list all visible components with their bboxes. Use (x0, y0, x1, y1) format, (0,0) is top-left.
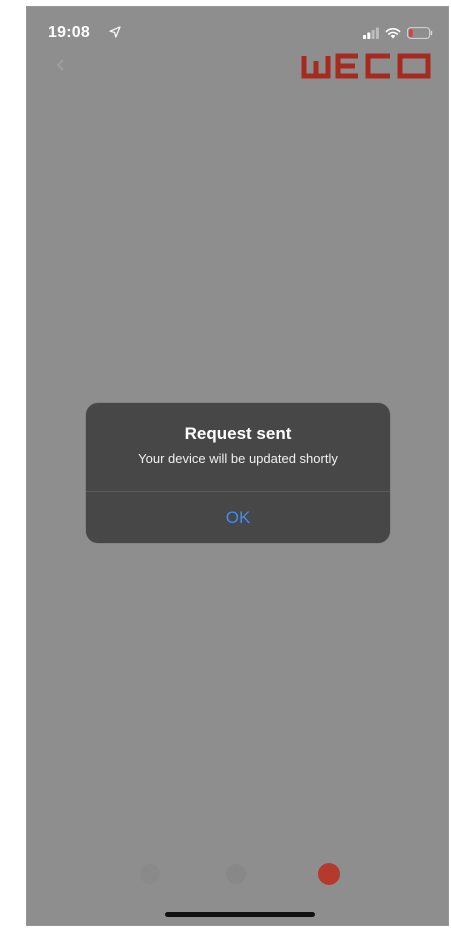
dialog-message: Your device will be updated shortly (138, 451, 338, 466)
tab-icon-3[interactable] (318, 863, 340, 885)
status-time: 19:08 (48, 24, 90, 41)
ok-button[interactable]: OK (86, 492, 390, 543)
tab-icon-1[interactable] (140, 864, 160, 884)
back-chevron-icon[interactable] (54, 58, 68, 72)
home-indicator[interactable] (165, 912, 315, 917)
tab-icon-2[interactable] (226, 864, 246, 884)
wifi-icon (385, 28, 401, 39)
status-bar: 19:08 (26, 6, 449, 50)
battery-icon (407, 27, 433, 39)
tab-bar (26, 846, 449, 896)
phone-screen: 19:08 Request sent Your device will be u… (26, 6, 449, 926)
status-icons (363, 26, 433, 40)
weco-logo (301, 53, 431, 79)
cellular-signal-icon (363, 27, 379, 39)
alert-dialog: Request sent Your device will be updated… (86, 403, 390, 543)
dialog-title: Request sent (184, 424, 292, 443)
location-arrow-icon (109, 26, 121, 38)
